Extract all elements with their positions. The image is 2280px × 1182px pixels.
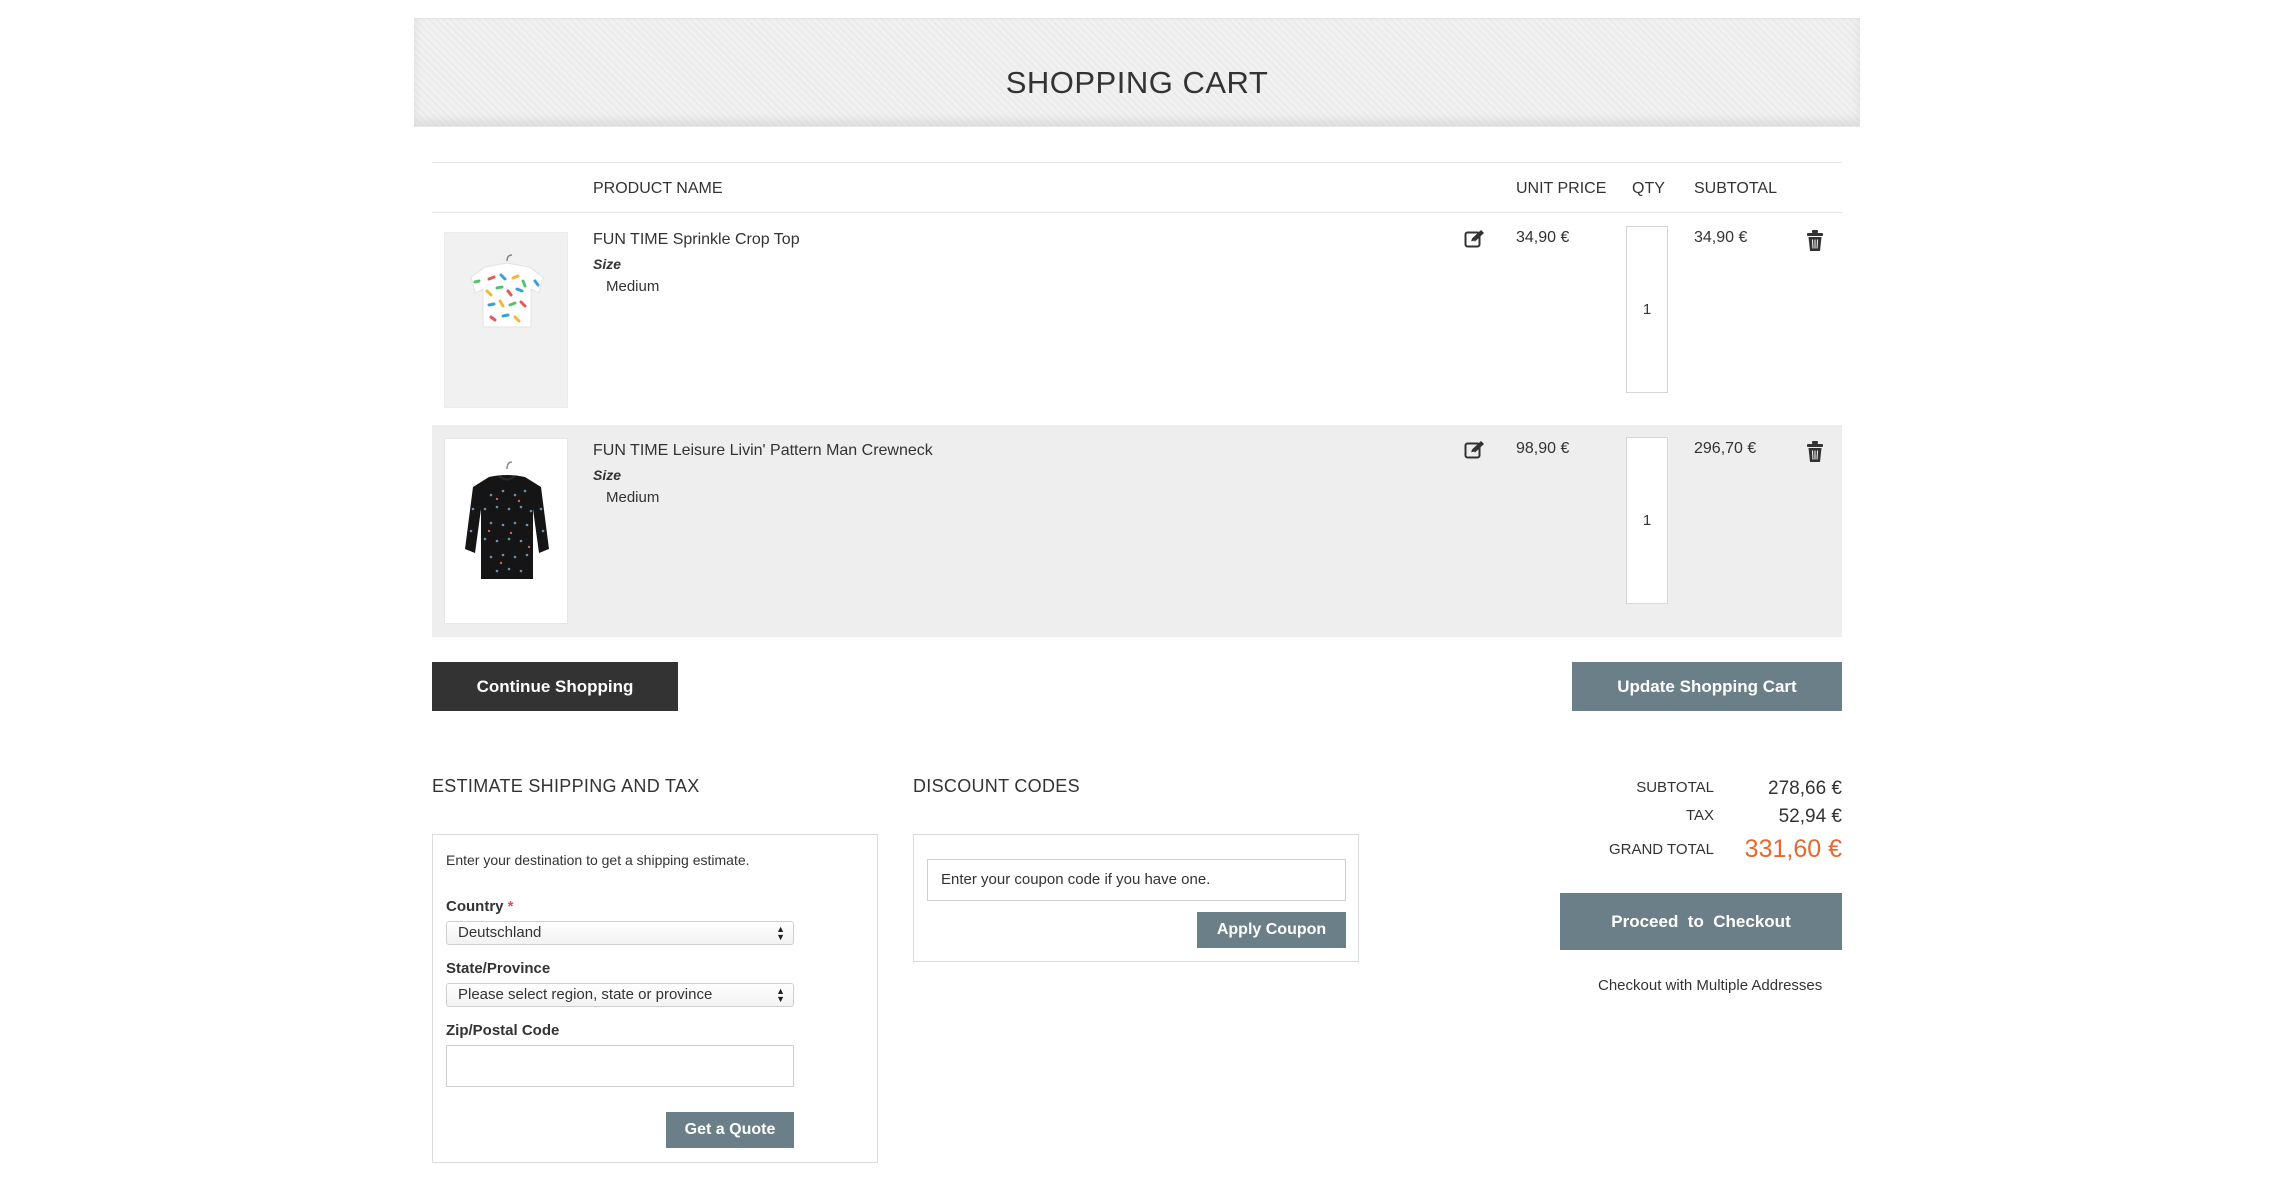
get-quote-button[interactable]: Get a Quote: [666, 1112, 794, 1148]
unit-price: 34,90 €: [1516, 229, 1570, 246]
proceed-to-checkout-button[interactable]: Proceed to Checkout: [1560, 893, 1842, 950]
edit-icon[interactable]: [1464, 440, 1486, 460]
trash-icon[interactable]: [1806, 230, 1824, 252]
edit-icon[interactable]: [1464, 229, 1486, 249]
page-title: SHOPPING CART: [1005, 65, 1269, 100]
row-subtotal: 296,70 €: [1694, 440, 1757, 457]
header-qty: QTY: [1632, 180, 1665, 197]
subtotal-value: 278,66 €: [1768, 778, 1842, 799]
cart-table-header: PRODUCT NAME UNIT PRICE QTY SUBTOTAL: [432, 163, 1842, 213]
coupon-input[interactable]: Enter your coupon code if you have one.: [927, 859, 1346, 901]
discount-panel: Enter your coupon code if you have one. …: [913, 834, 1359, 962]
option-label: Size: [593, 467, 622, 483]
product-image[interactable]: [444, 232, 568, 408]
header-unit-price: UNIT PRICE: [1516, 180, 1607, 197]
option-label: Size: [593, 256, 622, 272]
required-marker: *: [507, 898, 514, 915]
header-product-name: PRODUCT NAME: [593, 180, 723, 197]
select-arrows-icon: ▲ ▼: [776, 924, 785, 942]
cart-row: FUN TIME Leisure Livin' Pattern Man Crew…: [432, 425, 1842, 637]
tax-value: 52,94 €: [1778, 806, 1842, 827]
product-image[interactable]: [444, 438, 568, 624]
state-select[interactable]: Please select region, state or province …: [446, 983, 794, 1007]
product-name[interactable]: FUN TIME Sprinkle Crop Top: [593, 231, 800, 249]
discount-section-title: DISCOUNT CODES: [913, 776, 1080, 796]
apply-coupon-button[interactable]: Apply Coupon: [1197, 912, 1346, 948]
header-subtotal: SUBTOTAL: [1694, 180, 1777, 197]
country-label: Country *: [446, 898, 514, 915]
country-select[interactable]: Deutschland ▲ ▼: [446, 921, 794, 945]
shipping-panel: Enter your destination to get a shipping…: [432, 834, 878, 1163]
qty-input[interactable]: 1: [1626, 437, 1668, 604]
grand-total-value: 331,60 €: [1744, 835, 1842, 863]
row-subtotal: 34,90 €: [1694, 229, 1748, 246]
shipping-intro: Enter your destination to get a shipping…: [446, 852, 750, 868]
option-value: Medium: [606, 278, 660, 295]
cart-row: FUN TIME Sprinkle Crop Top Size Medium 3…: [432, 214, 1842, 424]
option-value: Medium: [606, 489, 660, 506]
zip-input[interactable]: [446, 1045, 794, 1087]
select-arrows-icon: ▲ ▼: [776, 986, 785, 1004]
qty-input[interactable]: 1: [1626, 226, 1668, 393]
update-cart-button[interactable]: Update Shopping Cart: [1572, 662, 1842, 711]
product-name[interactable]: FUN TIME Leisure Livin' Pattern Man Crew…: [593, 442, 933, 460]
state-label: State/Province: [446, 960, 551, 977]
trash-icon[interactable]: [1806, 441, 1824, 463]
unit-price: 98,90 €: [1516, 440, 1570, 457]
shipping-section-title: ESTIMATE SHIPPING AND TAX: [432, 776, 700, 796]
page-header-banner: SHOPPING CART: [414, 18, 1860, 127]
zip-label: Zip/Postal Code: [446, 1022, 560, 1039]
multiple-addresses-link[interactable]: Checkout with Multiple Addresses: [1598, 977, 1822, 994]
continue-shopping-button[interactable]: Continue Shopping: [432, 662, 678, 711]
